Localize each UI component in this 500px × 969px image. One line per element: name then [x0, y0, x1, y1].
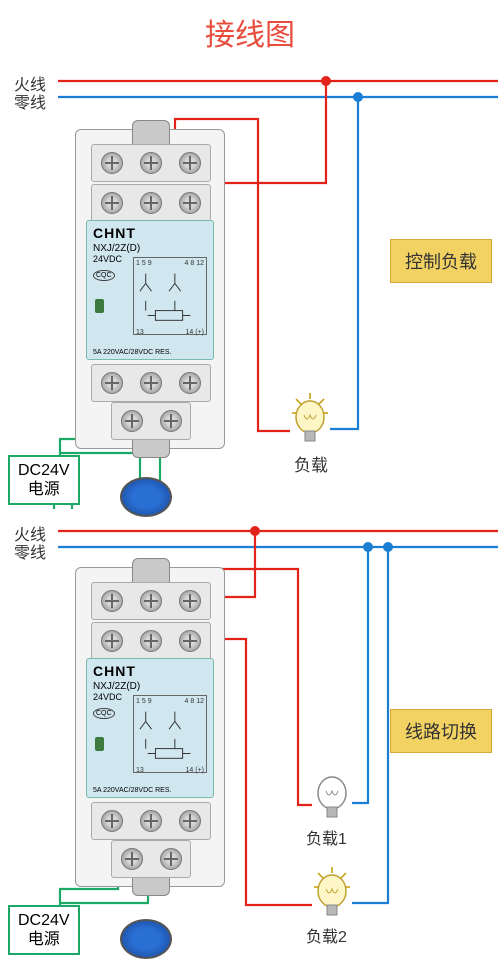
terminal-block-2 [91, 184, 211, 222]
load1-label: 负载1 [306, 825, 347, 849]
rating-text: 5A 220VAC/28VDC RES. [93, 787, 207, 794]
section-load-control: 火线 零线 控制负载 CHNT NXJ/2Z(D) 24VDC CQC 1 5 … [0, 59, 500, 509]
relay-device: CHNT NXJ/2Z(D) 24VDC CQC 1 5 9 4 8 12 13… [75, 567, 225, 887]
screw-icon [179, 630, 201, 652]
screw-icon [179, 590, 201, 612]
screw-icon [140, 372, 162, 394]
relay-device: CHNT NXJ/2Z(D) 24VDC CQC 1 5 9 4 8 12 13… [75, 129, 225, 449]
screw-icon [140, 192, 162, 214]
power-source-label: DC24V 电源 [8, 905, 80, 955]
load-label: 负载 [294, 451, 328, 476]
screw-icon [179, 810, 201, 832]
relay-faceplate: CHNT NXJ/2Z(D) 24VDC CQC 1 5 9 4 8 12 13… [86, 220, 214, 360]
cert-badge: CQC [93, 708, 115, 719]
relay-faceplate: CHNT NXJ/2Z(D) 24VDC CQC 1 5 9 4 8 12 13… [86, 658, 214, 798]
screw-icon [101, 152, 123, 174]
diagram-title: 接线图 [0, 0, 500, 59]
screw-icon [140, 810, 162, 832]
terminal-block-bottom [111, 402, 191, 440]
screw-icon [101, 630, 123, 652]
bulb-icon [288, 391, 332, 447]
led-indicator-icon [95, 737, 104, 751]
bulb-icon [310, 865, 354, 921]
rating-text: 5A 220VAC/28VDC RES. [93, 349, 207, 356]
terminal-block-3 [91, 364, 211, 402]
screw-icon [140, 630, 162, 652]
terminal-block-2 [91, 622, 211, 660]
screw-icon [160, 410, 182, 432]
screw-icon [179, 152, 201, 174]
neutral-line-label: 零线 [14, 89, 46, 113]
callout-load-control: 控制负载 [390, 239, 492, 283]
screw-icon [140, 152, 162, 174]
internal-schematic: 1 5 9 4 8 12 1314 (+) [133, 257, 207, 335]
brand-text: CHNT [93, 663, 207, 679]
terminal-block-3 [91, 802, 211, 840]
section-line-switching: 火线 零线 线路切换 CHNT NXJ/2Z(D) 24VDC CQC 1 5 … [0, 509, 500, 969]
neutral-line-label: 零线 [14, 539, 46, 563]
terminal-block-top [91, 582, 211, 620]
screw-icon [140, 590, 162, 612]
model-text: NXJ/2Z(D) [93, 681, 207, 692]
power-source-label: DC24V 电源 [8, 455, 80, 505]
screw-icon [101, 192, 123, 214]
cert-badge: CQC [93, 270, 115, 281]
screw-icon [121, 848, 143, 870]
screw-icon [121, 410, 143, 432]
bulb-icon [310, 767, 354, 823]
screw-icon [101, 590, 123, 612]
model-text: NXJ/2Z(D) [93, 243, 207, 254]
push-button-icon [120, 919, 172, 959]
internal-schematic: 1 5 9 4 8 12 1314 (+) [133, 695, 207, 773]
screw-icon [101, 810, 123, 832]
terminal-block-top [91, 144, 211, 182]
terminal-block-bottom [111, 840, 191, 878]
screw-icon [179, 192, 201, 214]
led-indicator-icon [95, 299, 104, 313]
brand-text: CHNT [93, 225, 207, 241]
screw-icon [160, 848, 182, 870]
screw-icon [101, 372, 123, 394]
load2-label: 负载2 [306, 923, 347, 947]
callout-line-switch: 线路切换 [390, 709, 492, 753]
screw-icon [179, 372, 201, 394]
